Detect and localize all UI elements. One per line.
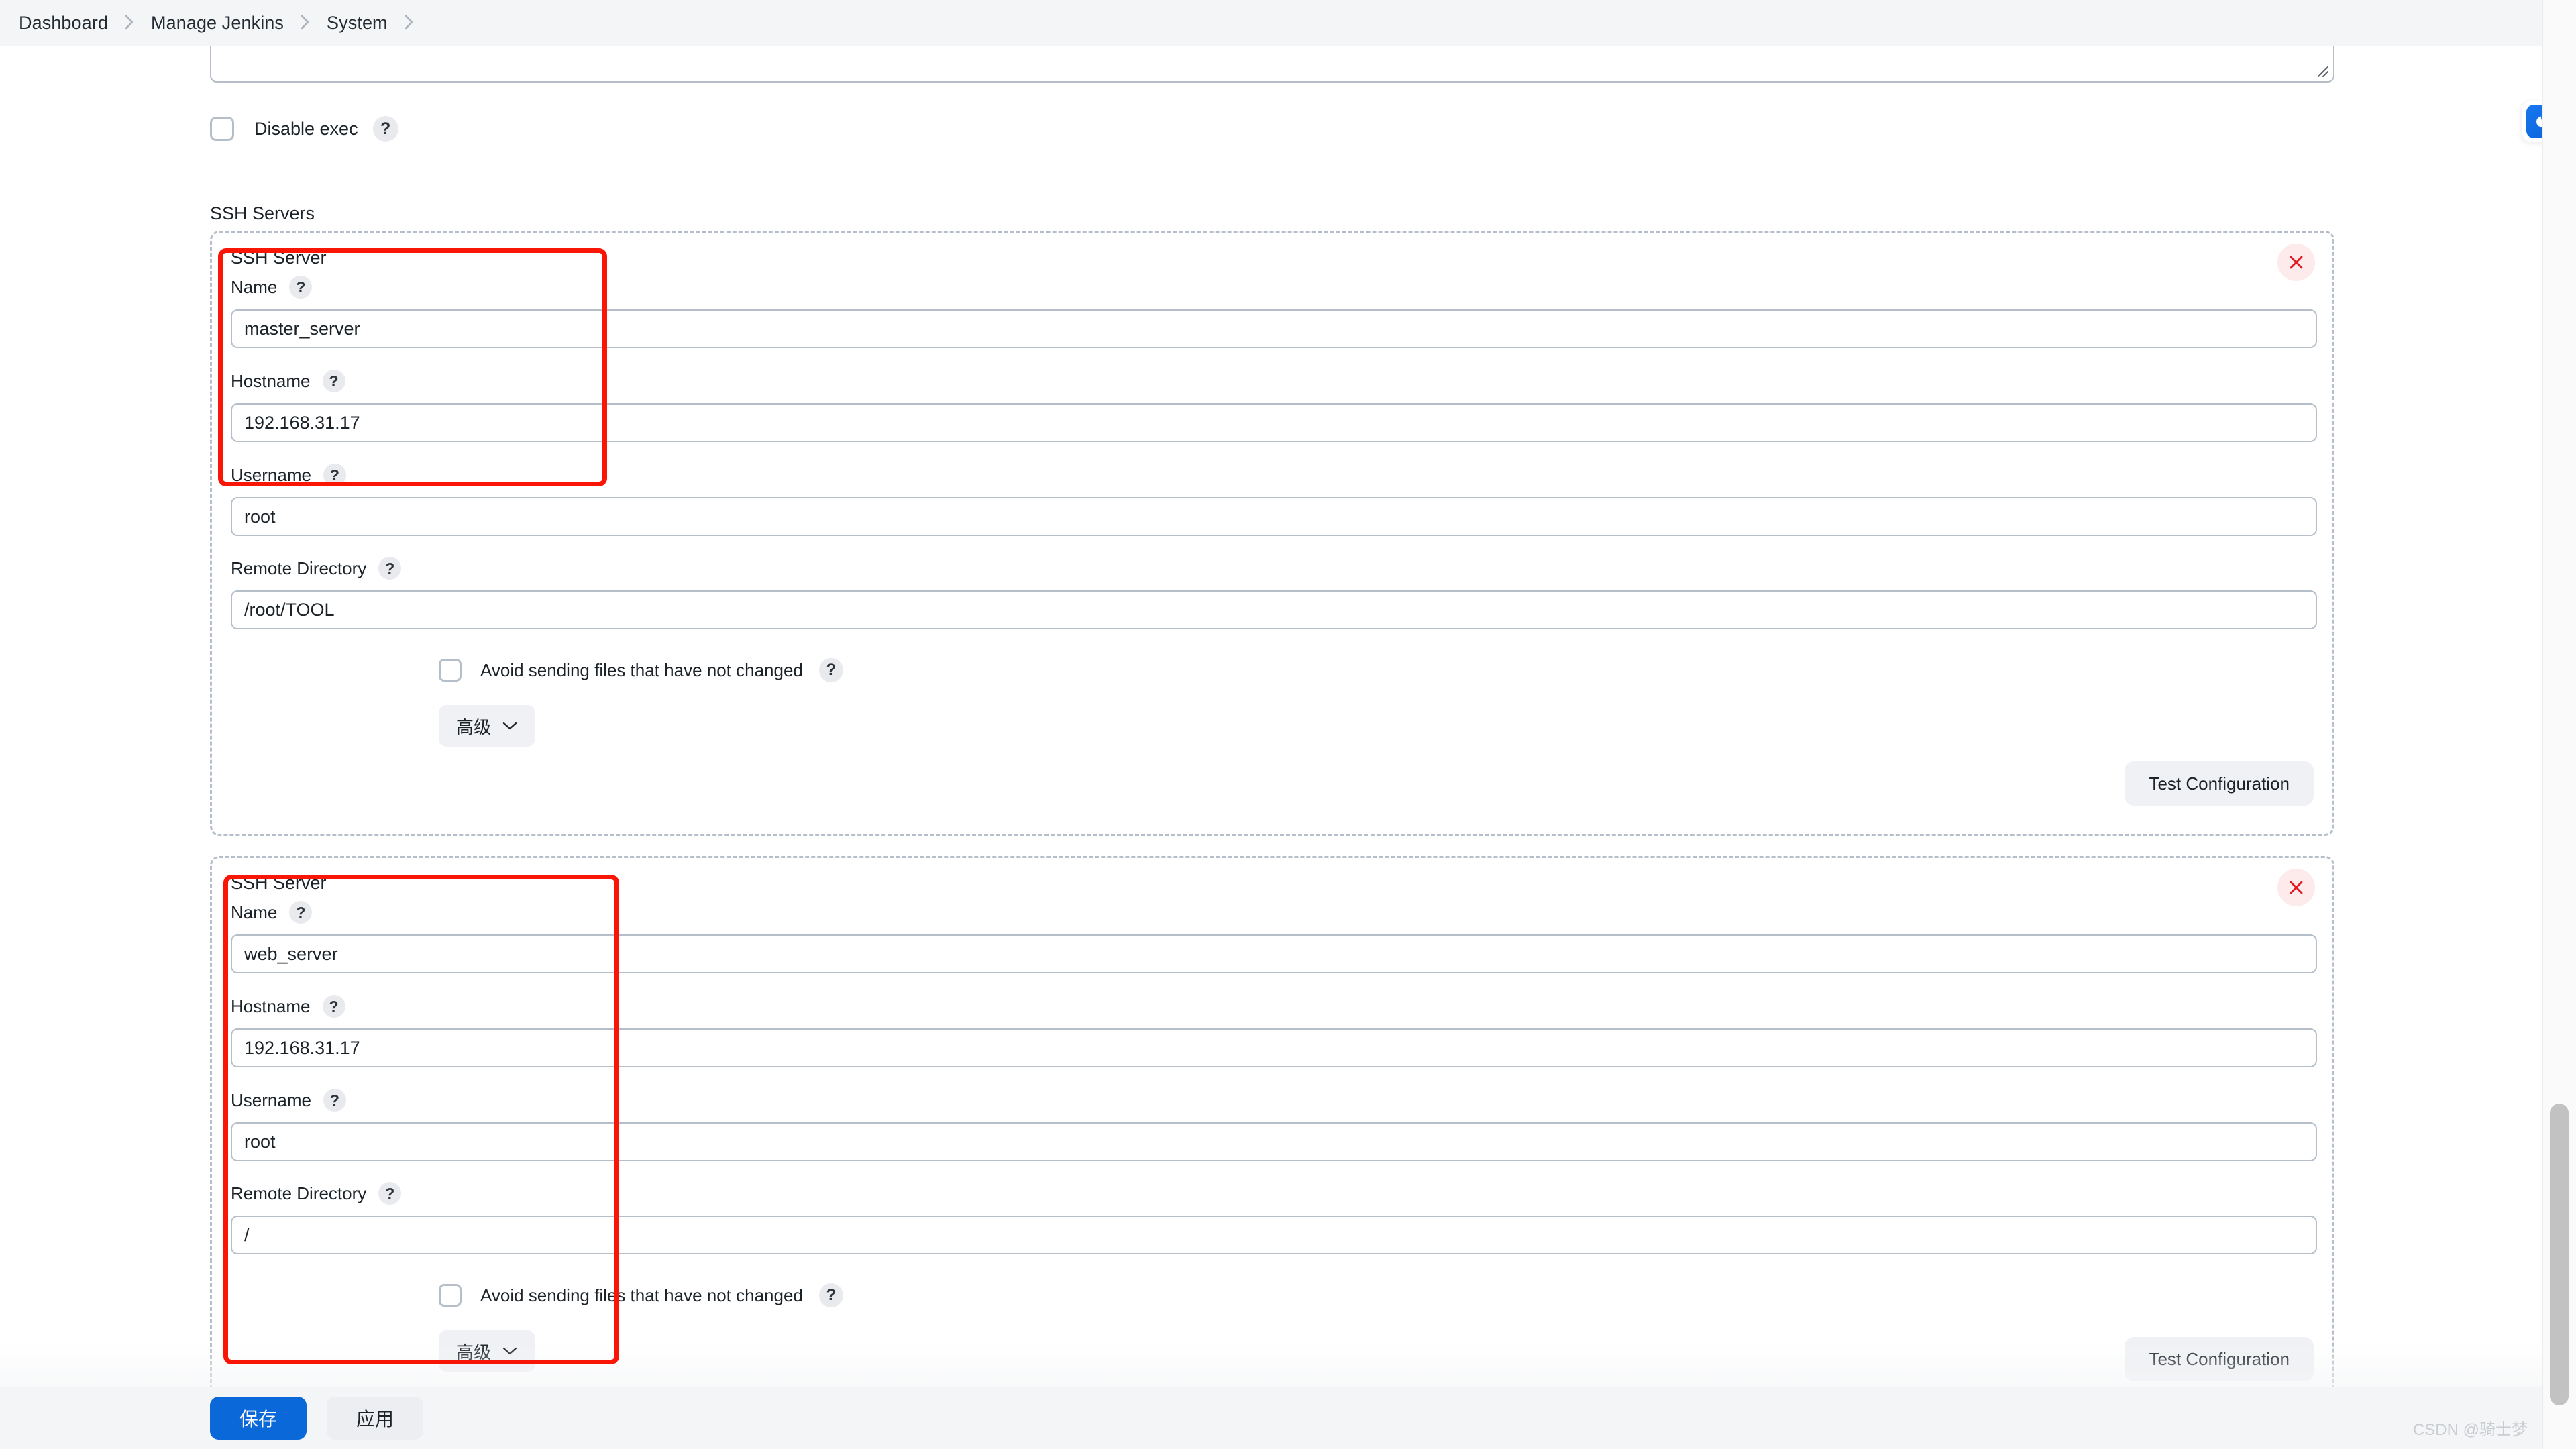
ssh-username-label: Username (231, 1089, 311, 1110)
ssh-remote-directory-label: Remote Directory (231, 1183, 367, 1203)
help-icon[interactable]: ? (322, 370, 345, 392)
breadcrumb: Dashboard Manage Jenkins System (0, 0, 2576, 46)
breadcrumb-item-system[interactable]: System (327, 13, 388, 34)
ssh-server-card: SSH Server Name ? Hostname ? (210, 231, 2334, 836)
ssh-hostname-field: Hostname ? (231, 994, 2317, 1067)
ssh-username-label-row: Username ? (231, 462, 2317, 488)
form-footer-bar: 保存 应用 (0, 1387, 2542, 1449)
close-icon (2288, 879, 2305, 896)
chevron-right-icon (402, 12, 416, 32)
advanced-toggle-button[interactable]: 高级 (439, 705, 536, 747)
ssh-hostname-label: Hostname (231, 996, 311, 1016)
ssh-name-label: Name (231, 902, 278, 922)
ssh-hostname-label-row: Hostname ? (231, 368, 2317, 394)
ssh-hostname-input[interactable] (231, 1028, 2317, 1067)
resize-handle-icon[interactable] (2312, 60, 2329, 78)
ssh-remote-directory-label-row: Remote Directory ? (231, 1181, 2317, 1206)
ssh-remote-directory-label: Remote Directory (231, 557, 367, 578)
ssh-username-label-row: Username ? (231, 1087, 2317, 1113)
ssh-server-card-title: SSH Server (231, 873, 327, 893)
avoid-sending-files-checkbox[interactable] (439, 659, 462, 682)
help-icon[interactable]: ? (818, 1283, 843, 1307)
ssh-hostname-label: Hostname (231, 370, 311, 391)
ssh-remote-directory-label-row: Remote Directory ? (231, 555, 2317, 581)
help-icon[interactable]: ? (323, 1089, 346, 1112)
ssh-username-input[interactable] (231, 497, 2317, 536)
ssh-servers-heading: SSH Servers (210, 203, 315, 223)
scrollbar-thumb[interactable] (2550, 1104, 2569, 1405)
disable-exec-row[interactable]: Disable exec ? (210, 115, 398, 142)
ssh-name-input[interactable] (231, 309, 2317, 348)
ssh-username-field: Username ? (231, 462, 2317, 536)
disable-exec-label: Disable exec (254, 118, 358, 139)
help-icon[interactable]: ? (289, 901, 313, 924)
ssh-remote-directory-field: Remote Directory ? (231, 555, 2317, 629)
config-form-body: Disable exec ? SSH Servers SSH Server Na… (0, 9, 2542, 1449)
ssh-name-input[interactable] (231, 934, 2317, 973)
test-configuration-button[interactable]: Test Configuration (2125, 761, 2314, 806)
close-icon (2288, 254, 2305, 271)
vertical-scrollbar[interactable] (2542, 0, 2576, 1449)
chevron-right-icon (299, 12, 312, 32)
watermark: CSDN @骑士梦 (2412, 1421, 2528, 1439)
apply-button[interactable]: 应用 (327, 1397, 424, 1440)
ssh-name-label-row: Name ? (231, 274, 2317, 300)
chevron-down-icon (502, 720, 518, 731)
chevron-right-icon (123, 12, 136, 32)
ssh-username-field: Username ? (231, 1087, 2317, 1161)
ssh-name-field: Name ? (231, 274, 2317, 348)
breadcrumb-item-dashboard[interactable]: Dashboard (19, 13, 108, 34)
save-button[interactable]: 保存 (210, 1397, 307, 1440)
help-icon[interactable]: ? (322, 995, 345, 1018)
jenkins-system-config-page: Dashboard Manage Jenkins System Disable … (0, 0, 2576, 1449)
avoid-sending-files-label: Avoid sending files that have not change… (480, 1285, 803, 1305)
help-icon[interactable]: ? (378, 1182, 402, 1205)
help-icon[interactable]: ? (818, 658, 843, 682)
ssh-remote-directory-input[interactable] (231, 1216, 2317, 1254)
breadcrumb-item-manage-jenkins[interactable]: Manage Jenkins (151, 13, 284, 34)
ssh-username-label: Username (231, 464, 311, 485)
ssh-name-label-row: Name ? (231, 900, 2317, 925)
ssh-username-input[interactable] (231, 1122, 2317, 1161)
help-icon[interactable]: ? (289, 276, 313, 299)
ssh-hostname-input[interactable] (231, 403, 2317, 442)
avoid-sending-files-row[interactable]: Avoid sending files that have not change… (439, 657, 843, 684)
ssh-server-card-title: SSH Server (231, 248, 327, 268)
disable-exec-checkbox[interactable] (210, 117, 234, 141)
avoid-sending-files-checkbox[interactable] (439, 1284, 462, 1307)
ssh-hostname-field: Hostname ? (231, 368, 2317, 442)
ssh-remote-directory-field: Remote Directory ? (231, 1181, 2317, 1254)
ssh-remote-directory-input[interactable] (231, 590, 2317, 629)
advanced-toggle-label: 高级 (456, 716, 492, 737)
ssh-name-field: Name ? (231, 900, 2317, 973)
help-icon[interactable]: ? (323, 464, 346, 486)
help-icon[interactable]: ? (372, 116, 398, 142)
help-icon[interactable]: ? (378, 557, 402, 580)
avoid-sending-files-label: Avoid sending files that have not change… (480, 659, 803, 680)
ssh-hostname-label-row: Hostname ? (231, 994, 2317, 1019)
ssh-name-label: Name (231, 276, 278, 297)
avoid-sending-files-row[interactable]: Avoid sending files that have not change… (439, 1282, 843, 1309)
